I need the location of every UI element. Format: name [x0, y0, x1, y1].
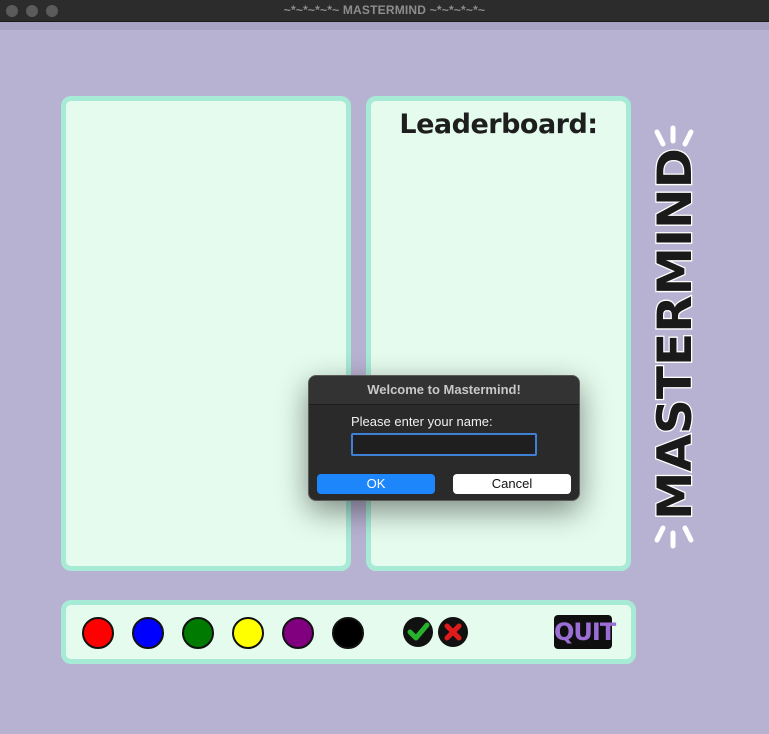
- window-title: ~*~*~*~*~ MASTERMIND ~*~*~*~*~: [283, 3, 486, 17]
- ok-button[interactable]: OK: [317, 474, 435, 494]
- welcome-dialog: Welcome to Mastermind! Please enter your…: [308, 375, 580, 501]
- leaderboard-title: Leaderboard:: [399, 109, 598, 140]
- check-icon: [407, 622, 430, 641]
- x-icon: [444, 623, 462, 641]
- mastermind-logo: MASTERMIND: [647, 125, 703, 549]
- red-peg-button[interactable]: [82, 617, 114, 649]
- quit-button[interactable]: QUIT: [554, 615, 616, 649]
- window-titlebar: ~*~*~*~*~ MASTERMIND ~*~*~*~*~: [0, 0, 769, 22]
- confirm-button[interactable]: [403, 617, 433, 647]
- blue-peg-button[interactable]: [132, 617, 164, 649]
- cancel-button[interactable]: Cancel: [453, 474, 571, 494]
- purple-peg-button[interactable]: [282, 617, 314, 649]
- dialog-title: Welcome to Mastermind!: [309, 376, 579, 405]
- clear-button[interactable]: [438, 617, 468, 647]
- mastermind-logo-text: MASTERMIND: [648, 148, 703, 520]
- game-board-panel: [61, 96, 351, 571]
- yellow-peg-button[interactable]: [232, 617, 264, 649]
- titlebar-shadow: [0, 22, 769, 30]
- green-peg-button[interactable]: [182, 617, 214, 649]
- black-peg-button[interactable]: [332, 617, 364, 649]
- name-prompt-label: Please enter your name:: [351, 414, 493, 429]
- name-input[interactable]: [351, 433, 537, 456]
